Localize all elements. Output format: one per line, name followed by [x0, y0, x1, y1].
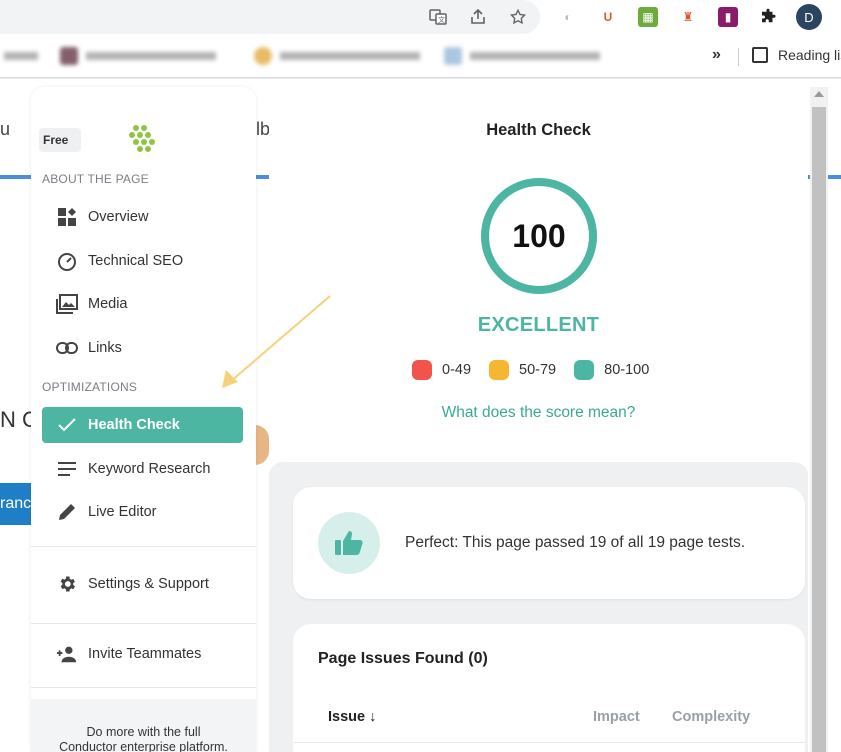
- sidebar-item-label: Links: [88, 340, 122, 356]
- bookmark-item[interactable]: [60, 46, 216, 66]
- background-shape: [255, 425, 269, 465]
- legend-item: 50-79: [489, 360, 556, 380]
- legend-green-dot: [574, 360, 595, 380]
- section-label-about: ABOUT THE PAGE: [42, 172, 149, 186]
- promo-line: Do more with the full: [86, 725, 201, 739]
- extension-sidebar: Free ABOUT THE PAGE Overview Technical S…: [31, 87, 256, 752]
- sidebar-item-label: Keyword Research: [88, 461, 211, 477]
- bookmark-item[interactable]: [4, 46, 38, 66]
- browser-toolbar: 文 ◐ U ▦ ♜ ▮ D: [0, 0, 841, 34]
- ublock-extension-icon[interactable]: U: [598, 7, 618, 27]
- sidebar-item-invite-teammates[interactable]: Invite Teammates: [42, 636, 243, 672]
- thumbs-up-badge: [318, 512, 380, 574]
- sidebar-item-label: Technical SEO: [88, 253, 184, 269]
- seo-extension-icon[interactable]: ◐: [558, 7, 578, 27]
- share-icon[interactable]: [467, 6, 489, 28]
- sidebar-item-keyword-research[interactable]: Keyword Research: [42, 451, 243, 487]
- background-button: ranc: [0, 483, 34, 525]
- lighthouse-extension-icon[interactable]: ♜: [678, 7, 698, 27]
- bookmarks-separator: [738, 48, 739, 66]
- images-icon: [56, 293, 78, 315]
- sidebar-item-settings[interactable]: Settings & Support: [42, 566, 243, 602]
- sidebar-item-label: Settings & Support: [88, 576, 209, 592]
- table-divider: [293, 742, 805, 743]
- annotation-arrow-icon: [222, 295, 331, 388]
- thumbs-up-icon: [335, 531, 363, 555]
- check-icon: [56, 414, 78, 436]
- sidebar-item-health-check[interactable]: Health Check: [42, 407, 243, 443]
- issues-title: Page Issues Found (0): [318, 650, 488, 667]
- sidebar-item-live-editor[interactable]: Live Editor: [42, 494, 243, 530]
- section-label-optimizations: OPTIMIZATIONS: [42, 380, 138, 394]
- legend-label: 50-79: [519, 362, 557, 378]
- bookmarks-overflow-button[interactable]: »: [712, 46, 721, 64]
- sidebar-item-media[interactable]: Media: [42, 286, 243, 322]
- impact-column-header[interactable]: Impact: [593, 709, 640, 725]
- sidebar-divider: [31, 546, 256, 547]
- bookmark-item[interactable]: [254, 46, 420, 66]
- legend-item: 80-100: [574, 360, 649, 380]
- reading-list-label: Reading list: [778, 47, 841, 63]
- complexity-column-header[interactable]: Complexity: [672, 709, 750, 725]
- svg-text:文: 文: [438, 15, 445, 24]
- panel-scrollbar[interactable]: [810, 87, 828, 752]
- star-icon[interactable]: [507, 6, 529, 28]
- gauge-icon: [56, 250, 78, 272]
- grid-extension-icon[interactable]: ▦: [638, 7, 658, 27]
- column-label: Issue: [328, 709, 366, 725]
- metrics-extension-icon[interactable]: ▮: [718, 7, 738, 27]
- sidebar-divider: [31, 687, 256, 688]
- sidebar-divider: [31, 623, 256, 624]
- pass-message: Perfect: This page passed 19 of all 19 p…: [405, 534, 746, 551]
- link-icon: [56, 337, 78, 359]
- scroll-up-arrow-icon[interactable]: [814, 91, 824, 97]
- page-issues-card: Page Issues Found (0) Issue ↓ Impact Com…: [293, 624, 805, 752]
- plan-badge: Free: [39, 128, 81, 152]
- promo-line: Conductor enterprise platform.: [59, 740, 228, 752]
- reading-list-button[interactable]: Reading list: [752, 47, 841, 63]
- dashboard-icon: [56, 206, 78, 228]
- legend-yellow-dot: [489, 360, 510, 380]
- issue-column-header[interactable]: Issue ↓: [328, 709, 376, 725]
- page-title: Health Check: [486, 121, 591, 139]
- pencil-icon: [56, 501, 78, 523]
- legend-label: 0-49: [442, 362, 472, 378]
- scrollbar-thumb[interactable]: [812, 107, 826, 752]
- reading-list-icon: [752, 47, 768, 63]
- gear-icon: [56, 573, 78, 595]
- score-grade: EXCELLENT: [477, 314, 600, 336]
- score-value: 100: [512, 217, 566, 254]
- sidebar-item-label: Media: [88, 296, 128, 312]
- legend-label: 80-100: [604, 362, 650, 378]
- add-user-icon: [56, 643, 78, 665]
- logo-icon: [129, 125, 155, 152]
- bookmarks-bar: » Reading list: [0, 34, 841, 78]
- background-text: lb: [256, 119, 271, 139]
- score-explanation-link[interactable]: What does the score mean?: [269, 404, 808, 422]
- sidebar-item-overview[interactable]: Overview: [42, 199, 243, 235]
- upgrade-promo[interactable]: Do more with the full Conductor enterpri…: [31, 699, 256, 752]
- score-legend: 0-49 50-79 80-100: [412, 360, 649, 380]
- sidebar-item-technical-seo[interactable]: Technical SEO: [42, 243, 243, 279]
- legend-item: 0-49: [412, 360, 471, 380]
- translate-icon[interactable]: 文: [427, 6, 449, 28]
- health-check-panel: Health Check 100 EXCELLENT 0-49 50-79 80…: [269, 87, 808, 752]
- legend-red-dot: [412, 360, 432, 380]
- profile-avatar[interactable]: D: [796, 4, 822, 30]
- sidebar-item-label: Health Check: [88, 417, 180, 433]
- lines-icon: [56, 458, 78, 480]
- sort-arrow-icon: ↓: [369, 709, 377, 725]
- sidebar-item-label: Invite Teammates: [88, 646, 202, 662]
- bookmark-item[interactable]: [444, 46, 600, 66]
- pass-summary-card: Perfect: This page passed 19 of all 19 p…: [293, 487, 805, 599]
- sidebar-item-links[interactable]: Links: [42, 330, 243, 366]
- sidebar-item-label: Live Editor: [88, 504, 157, 520]
- background-text: u: [0, 119, 11, 139]
- address-bar[interactable]: [0, 0, 540, 34]
- sidebar-item-label: Overview: [88, 209, 149, 225]
- puzzle-extension-icon[interactable]: [758, 7, 778, 27]
